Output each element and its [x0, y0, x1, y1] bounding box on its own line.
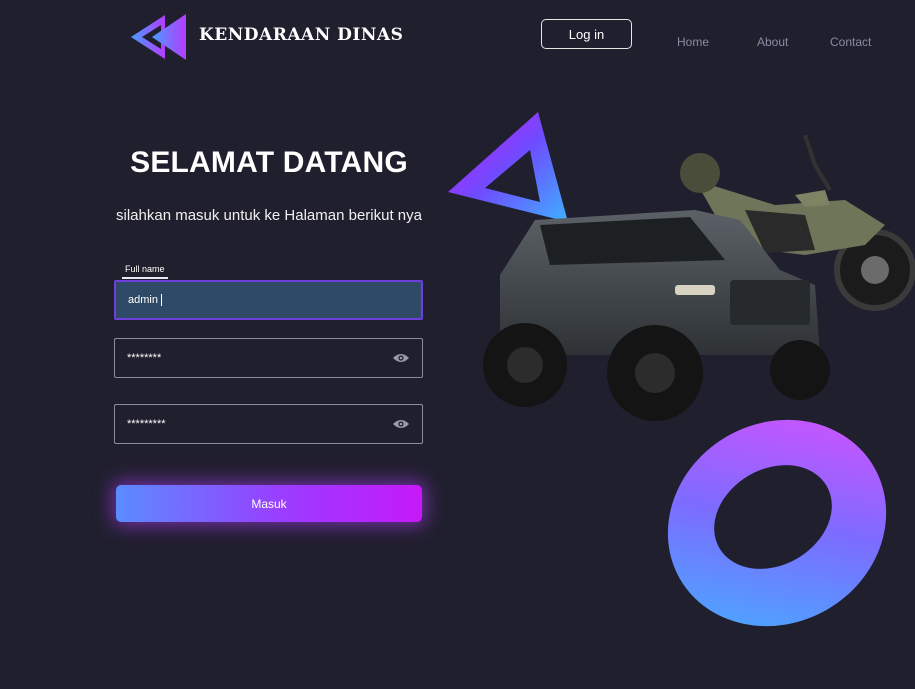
- password-input[interactable]: ********: [114, 338, 423, 378]
- fullname-value: admin: [128, 293, 158, 306]
- eye-icon[interactable]: [392, 418, 410, 430]
- page-title: SELAMAT DATANG: [130, 146, 408, 179]
- page-subtitle: silahkan masuk untuk ke Halaman berikut …: [116, 207, 422, 224]
- logo-icon: [131, 14, 186, 60]
- submit-button[interactable]: Masuk: [116, 485, 422, 522]
- fullname-input[interactable]: admin: [114, 280, 423, 320]
- nav-about[interactable]: About: [757, 35, 788, 49]
- text-caret: [160, 294, 162, 307]
- login-button[interactable]: Log in: [541, 19, 632, 49]
- eye-icon[interactable]: [392, 352, 410, 364]
- suv-image: [483, 210, 830, 421]
- confirm-password-input[interactable]: *********: [114, 404, 423, 444]
- ring-decoration-icon: [667, 419, 887, 627]
- brand-name: KENDARAAN DINAS: [199, 25, 404, 45]
- confirm-password-value: *********: [127, 418, 166, 430]
- nav-contact[interactable]: Contact: [830, 35, 871, 49]
- password-value: ********: [127, 352, 162, 364]
- fullname-label: Full name: [122, 264, 168, 279]
- nav-home[interactable]: Home: [677, 35, 709, 49]
